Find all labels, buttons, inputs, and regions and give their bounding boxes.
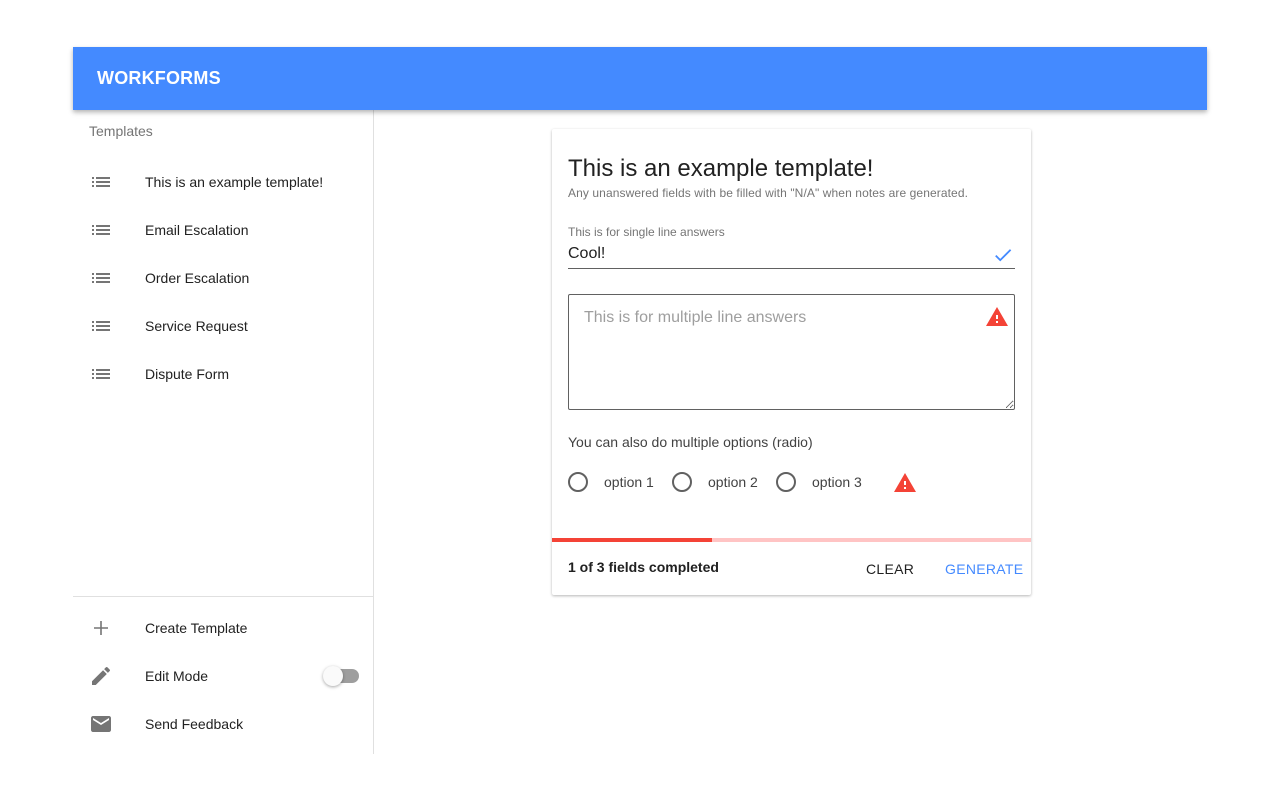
check-icon: [995, 249, 1012, 262]
single-line-label: This is for single line answers: [568, 225, 725, 239]
templates-subheader: Templates: [89, 123, 153, 139]
multi-line-textarea[interactable]: [568, 294, 1015, 410]
clear-button[interactable]: CLEAR: [866, 557, 914, 581]
template-form-card: This is an example template! Any unanswe…: [552, 129, 1031, 595]
send-feedback-label: Send Feedback: [145, 716, 244, 732]
create-template-button[interactable]: Create Template: [73, 604, 373, 652]
sidebar-item-order-escalation[interactable]: Order Escalation: [73, 254, 373, 302]
plus-icon: [94, 621, 108, 635]
sidebar-item-service-request[interactable]: Service Request: [73, 302, 373, 350]
list-icon: [92, 225, 110, 235]
radio-option-label: option 2: [708, 474, 758, 490]
warning-icon: [894, 473, 916, 492]
sidebar-item-label: Dispute Form: [145, 366, 230, 382]
single-line-input[interactable]: [568, 241, 1015, 269]
sidebar-item-dispute-form[interactable]: Dispute Form: [73, 350, 373, 398]
radio-group-label: You can also do multiple options (radio): [568, 434, 813, 450]
radio-option-label: option 1: [604, 474, 654, 490]
radio-circle: [568, 472, 588, 492]
template-list: This is an example template! Email Escal…: [73, 158, 373, 398]
create-template-label: Create Template: [145, 620, 248, 636]
edit-mode-toggle[interactable]: [323, 666, 359, 686]
generate-button[interactable]: GENERATE: [945, 557, 1023, 581]
sidebar: Templates This is an example template! E…: [73, 110, 374, 754]
sidebar-item-example-template[interactable]: This is an example template!: [73, 158, 373, 206]
pencil-icon: [92, 666, 111, 685]
list-icon: [92, 273, 110, 283]
sidebar-item-email-escalation[interactable]: Email Escalation: [73, 206, 373, 254]
sidebar-actions: Create Template Edit Mode Send Feedback: [73, 604, 373, 748]
list-icon: [92, 369, 110, 379]
radio-circle: [776, 472, 796, 492]
list-icon: [92, 177, 110, 187]
completion-status: 1 of 3 fields completed: [568, 559, 719, 575]
mail-icon: [91, 716, 111, 732]
sidebar-item-label: This is an example template!: [145, 174, 324, 190]
radio-option-label: option 3: [812, 474, 862, 490]
warning-icon: [986, 307, 1008, 326]
toggle-thumb: [323, 666, 343, 686]
completion-progress-bar: [552, 538, 1031, 542]
edit-mode-item[interactable]: Edit Mode: [73, 652, 373, 700]
form-subtitle: Any unanswered fields with be filled wit…: [568, 186, 969, 200]
radio-circle: [672, 472, 692, 492]
send-feedback-button[interactable]: Send Feedback: [73, 700, 373, 748]
sidebar-item-label: Order Escalation: [145, 270, 250, 286]
edit-mode-label: Edit Mode: [145, 668, 209, 684]
list-icon: [92, 321, 110, 331]
sidebar-divider: [73, 596, 373, 597]
app-title: WORKFORMS: [97, 68, 221, 88]
app-bar: WORKFORMS: [73, 47, 1207, 110]
sidebar-item-label: Email Escalation: [145, 222, 249, 238]
progress-fill: [552, 538, 712, 542]
form-title: This is an example template!: [568, 155, 874, 182]
sidebar-item-label: Service Request: [145, 318, 248, 334]
